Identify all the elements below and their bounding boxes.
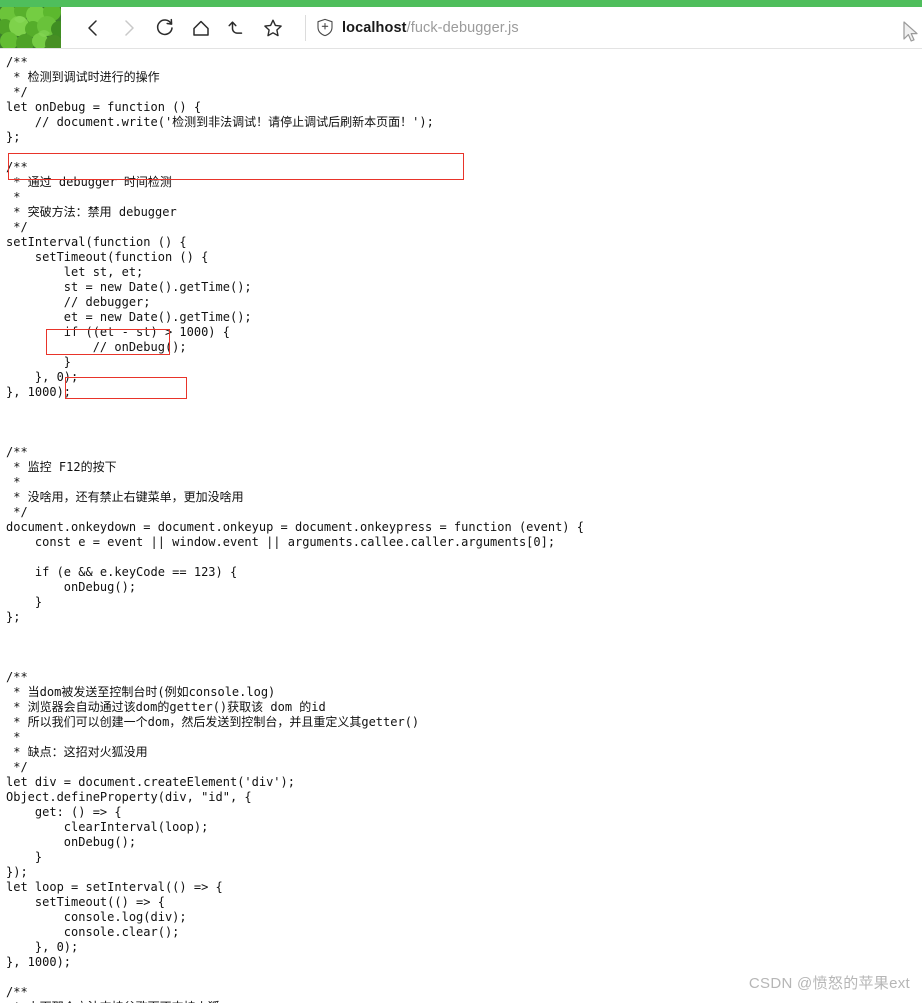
profile-avatar[interactable] — [0, 7, 61, 48]
url-path: /fuck-debugger.js — [406, 19, 519, 36]
url-host: localhost — [342, 19, 407, 36]
url-display[interactable]: localhost/fuck-debugger.js — [342, 20, 519, 36]
home-button[interactable] — [183, 10, 219, 46]
browser-toolbar: localhost/fuck-debugger.js — [0, 7, 922, 49]
refresh-icon — [156, 18, 173, 35]
shield-plus-icon — [316, 18, 334, 37]
address-bar[interactable]: localhost/fuck-debugger.js — [316, 7, 922, 48]
mouse-pointer-icon — [900, 21, 922, 45]
undo-arrow-icon — [228, 20, 243, 34]
undo-button[interactable] — [219, 10, 255, 46]
chevron-right-icon — [125, 19, 134, 36]
home-icon — [193, 20, 209, 36]
bookmark-button[interactable] — [255, 10, 291, 46]
browser-accent-bar — [0, 0, 922, 7]
source-code-viewer: /** * 检测到调试时进行的操作 */ let onDebug = funct… — [0, 49, 922, 1003]
csdn-watermark: CSDN @愤怒的苹果ext — [748, 975, 910, 992]
refresh-button[interactable] — [147, 10, 183, 46]
star-outline-icon — [264, 19, 282, 36]
back-button[interactable] — [75, 10, 111, 46]
javascript-source-code: /** * 检测到调试时进行的操作 */ let onDebug = funct… — [6, 55, 584, 1003]
forward-button[interactable] — [111, 10, 147, 46]
chevron-left-icon — [88, 19, 97, 36]
navigation-buttons — [75, 10, 291, 46]
clover-leaves-avatar-icon — [0, 7, 61, 48]
toolbar-divider — [305, 14, 306, 41]
